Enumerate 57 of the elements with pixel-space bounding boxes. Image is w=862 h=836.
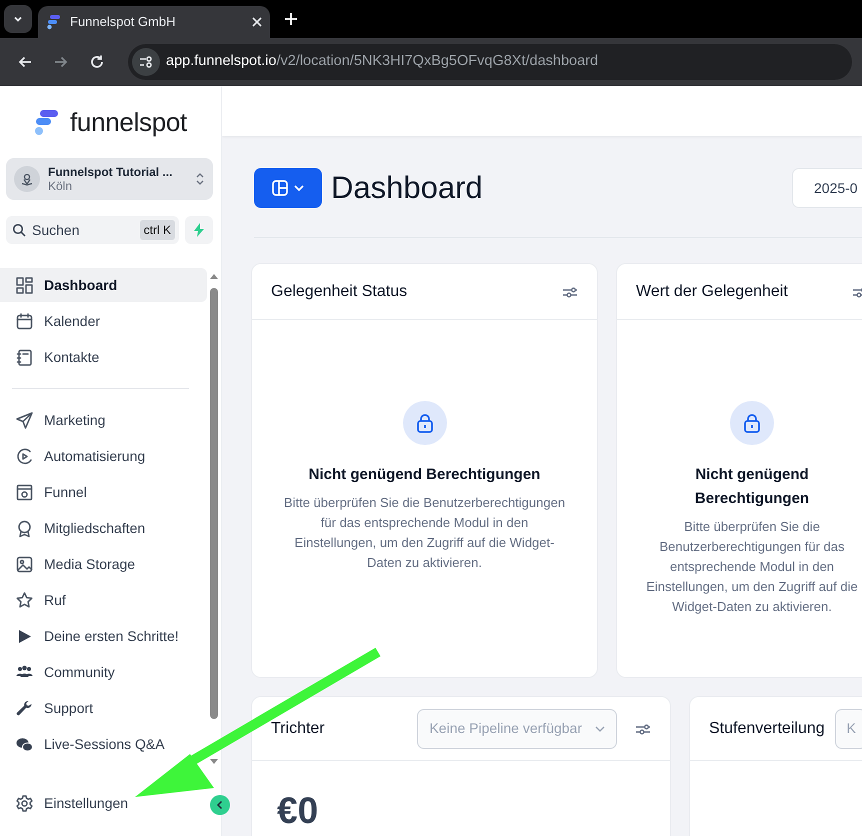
nav-item[interactable]: Ruf: [0, 583, 207, 617]
site-settings-icon[interactable]: [132, 48, 160, 76]
nav-item[interactable]: Mitgliedschaften: [0, 511, 207, 545]
play-circle-icon: [15, 446, 34, 466]
nav-item[interactable]: Community: [0, 655, 207, 689]
logo-text: funnelspot: [70, 106, 187, 138]
layout-icon: [271, 179, 289, 197]
scroll-up-icon[interactable]: [208, 272, 220, 280]
send-icon: [15, 410, 34, 430]
nav-item[interactable]: Kalender: [0, 304, 207, 338]
date-range-field[interactable]: 2025-0: [792, 168, 862, 208]
nav-item[interactable]: Kontakte: [0, 340, 207, 374]
browser-window-icon: [15, 482, 34, 502]
nav-item[interactable]: Support: [0, 691, 207, 725]
wrench-icon: [15, 698, 34, 718]
nav-item[interactable]: Einstellungen: [0, 786, 200, 820]
search-field[interactable]: Suchen ctrl K: [6, 216, 179, 244]
layout-menu-button[interactable]: [254, 168, 322, 208]
message-text: Bitte überprüfen Sie die Benutzerberechtigungen für das entsprechende Modul in den Einstellungen, um den Zugriff auf die Widget-Daten zu aktivieren.: [282, 494, 566, 572]
grid-icon: [15, 276, 34, 294]
widget-title: Wert der Gelegenheit: [636, 282, 789, 302]
lock-icon: [416, 413, 434, 433]
contact-book-icon: [15, 348, 34, 366]
star-icon: [15, 590, 34, 610]
browser-tab[interactable]: Funnelspot GmbH: [38, 6, 270, 38]
calendar-icon: [15, 312, 34, 330]
nav-item[interactable]: Marketing: [0, 403, 207, 437]
scroll-down-icon[interactable]: [208, 758, 220, 766]
total-value: €0: [277, 790, 318, 831]
widget-title: Gelegenheit Status: [271, 282, 408, 302]
widget-title: Trichter: [271, 718, 325, 738]
site-logo-icon: [46, 14, 62, 30]
message-title: Nicht genügend Berechtigungen: [308, 465, 540, 485]
settings-icon[interactable]: [635, 722, 651, 734]
new-tab-icon[interactable]: [284, 12, 298, 26]
chevron-left-icon: [216, 800, 224, 810]
shortcut-hint: ctrl K: [140, 220, 175, 240]
nav-item[interactable]: Automatisierung: [0, 439, 207, 473]
page-title: Dashboard: [331, 168, 483, 207]
location-pin-icon: [20, 172, 34, 186]
nav-item[interactable]: Dashboard: [0, 268, 207, 302]
message-title: Nicht genügend Berechtigungen: [694, 465, 810, 509]
widget-title: Stufenverteilung: [709, 718, 825, 738]
lock-icon: [743, 413, 761, 433]
settings-icon[interactable]: [562, 286, 578, 298]
settings-icon: [15, 794, 34, 812]
account-switcher[interactable]: Funnelspot Tutorial ... Köln: [6, 158, 213, 200]
message-text: Bitte überprüfen Sie die Benutzerberechtigungen für das entsprechende Modul in den Einstellungen, um den Zugriff auf die Widget-Daten zu aktivieren.: [645, 518, 859, 616]
close-icon[interactable]: [252, 17, 262, 27]
chevron-up-down-icon: [195, 171, 205, 187]
nav-item[interactable]: Media Storage: [0, 547, 207, 581]
nav-item[interactable]: Funnel: [0, 475, 207, 509]
nav-item[interactable]: Deine ersten Schritte!: [0, 619, 207, 653]
image-icon: [15, 554, 34, 574]
search-icon: [12, 223, 26, 237]
lightning-icon: [193, 223, 205, 237]
collapse-sidebar-button[interactable]: [210, 795, 230, 815]
